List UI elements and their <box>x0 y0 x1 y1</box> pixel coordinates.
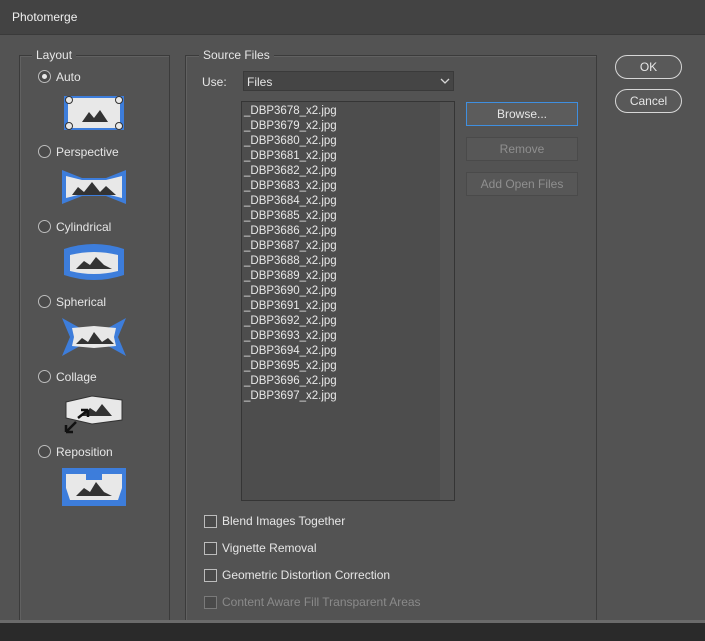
add-open-files-button[interactable]: Add Open Files <box>466 172 578 196</box>
spherical-layout-icon <box>62 318 126 356</box>
layout-group: Layout Auto Perspective Cylindrical Sphe… <box>19 48 170 621</box>
photomerge-dialog: Photomerge Layout Auto Perspective Cylin… <box>0 0 705 641</box>
radio-label-collage: Collage <box>56 370 97 384</box>
file-list-item[interactable]: _DBP3696_x2.jpg <box>244 374 337 389</box>
radio-label-auto: Auto <box>56 70 81 84</box>
use-select[interactable]: Files <box>243 71 454 91</box>
file-list-item[interactable]: _DBP3688_x2.jpg <box>244 254 337 269</box>
cylindrical-layout-icon <box>64 244 124 280</box>
bottom-strip <box>0 620 705 623</box>
blend-images-label: Blend Images Together <box>222 514 346 528</box>
radio-cylindrical[interactable] <box>38 220 51 233</box>
window-title: Photomerge <box>12 10 78 24</box>
chevron-down-icon <box>440 78 450 84</box>
file-list-item[interactable]: _DBP3682_x2.jpg <box>244 164 337 179</box>
file-list-item[interactable]: _DBP3697_x2.jpg <box>244 389 337 404</box>
file-list-item[interactable]: _DBP3687_x2.jpg <box>244 239 337 254</box>
vignette-removal-label: Vignette Removal <box>222 541 317 555</box>
radio-perspective[interactable] <box>38 145 51 158</box>
file-list-item[interactable]: _DBP3694_x2.jpg <box>244 344 337 359</box>
radio-label-reposition: Reposition <box>56 445 113 459</box>
file-list-item[interactable]: _DBP3684_x2.jpg <box>244 194 337 209</box>
radio-label-spherical: Spherical <box>56 295 107 309</box>
vignette-removal-checkbox[interactable] <box>204 542 217 555</box>
radio-collage[interactable] <box>38 370 51 383</box>
title-bar[interactable]: Photomerge <box>0 0 705 35</box>
source-files-group: Source Files Use: Files _DBP3678_x2.jpg _… <box>185 48 597 621</box>
source-file-list[interactable]: _DBP3678_x2.jpg _DBP3679_x2.jpg _DBP3680_x… <box>241 101 455 501</box>
use-select-value: Files <box>247 75 273 89</box>
reposition-layout-icon <box>62 468 126 506</box>
remove-button[interactable]: Remove <box>466 137 578 161</box>
radio-auto[interactable] <box>38 70 51 83</box>
cancel-button[interactable]: Cancel <box>615 89 682 113</box>
geometric-distortion-label: Geometric Distortion Correction <box>222 568 391 582</box>
use-label: Use: <box>202 75 227 89</box>
dialog-bottom-edge <box>0 620 705 641</box>
file-list-item[interactable]: _DBP3693_x2.jpg <box>244 329 337 344</box>
layout-legend: Layout <box>32 48 77 62</box>
file-list-item[interactable]: _DBP3680_x2.jpg <box>244 134 337 149</box>
browse-button[interactable]: Browse... <box>466 102 578 126</box>
blend-images-checkbox[interactable] <box>204 515 217 528</box>
radio-label-perspective: Perspective <box>56 145 119 159</box>
file-list-item[interactable]: _DBP3691_x2.jpg <box>244 299 337 314</box>
perspective-layout-icon <box>62 170 126 204</box>
radio-label-cylindrical: Cylindrical <box>56 220 112 234</box>
ok-button[interactable]: OK <box>615 55 682 79</box>
file-list-item[interactable]: _DBP3686_x2.jpg <box>244 224 337 239</box>
file-list-item[interactable]: _DBP3681_x2.jpg <box>244 149 337 164</box>
collage-layout-icon <box>64 395 123 434</box>
source-files-legend: Source Files <box>199 48 274 62</box>
radio-spherical[interactable] <box>38 295 51 308</box>
file-list-item[interactable]: _DBP3690_x2.jpg <box>244 284 337 299</box>
file-list-item[interactable]: _DBP3692_x2.jpg <box>244 314 337 329</box>
file-list-item[interactable]: _DBP3683_x2.jpg <box>244 179 337 194</box>
content-aware-fill-checkbox <box>204 596 217 609</box>
file-list-item[interactable]: _DBP3679_x2.jpg <box>244 119 337 134</box>
geometric-distortion-checkbox[interactable] <box>204 569 217 582</box>
file-list-item[interactable]: _DBP3689_x2.jpg <box>244 269 337 284</box>
file-list-item[interactable]: _DBP3678_x2.jpg <box>244 104 337 119</box>
content-aware-fill-label: Content Aware Fill Transparent Areas <box>222 595 421 609</box>
auto-layout-icon <box>64 96 124 130</box>
file-list-item[interactable]: _DBP3695_x2.jpg <box>244 359 337 374</box>
file-list-scrollbar[interactable] <box>440 102 454 500</box>
radio-reposition[interactable] <box>38 445 51 458</box>
file-list-item[interactable]: _DBP3685_x2.jpg <box>244 209 337 224</box>
